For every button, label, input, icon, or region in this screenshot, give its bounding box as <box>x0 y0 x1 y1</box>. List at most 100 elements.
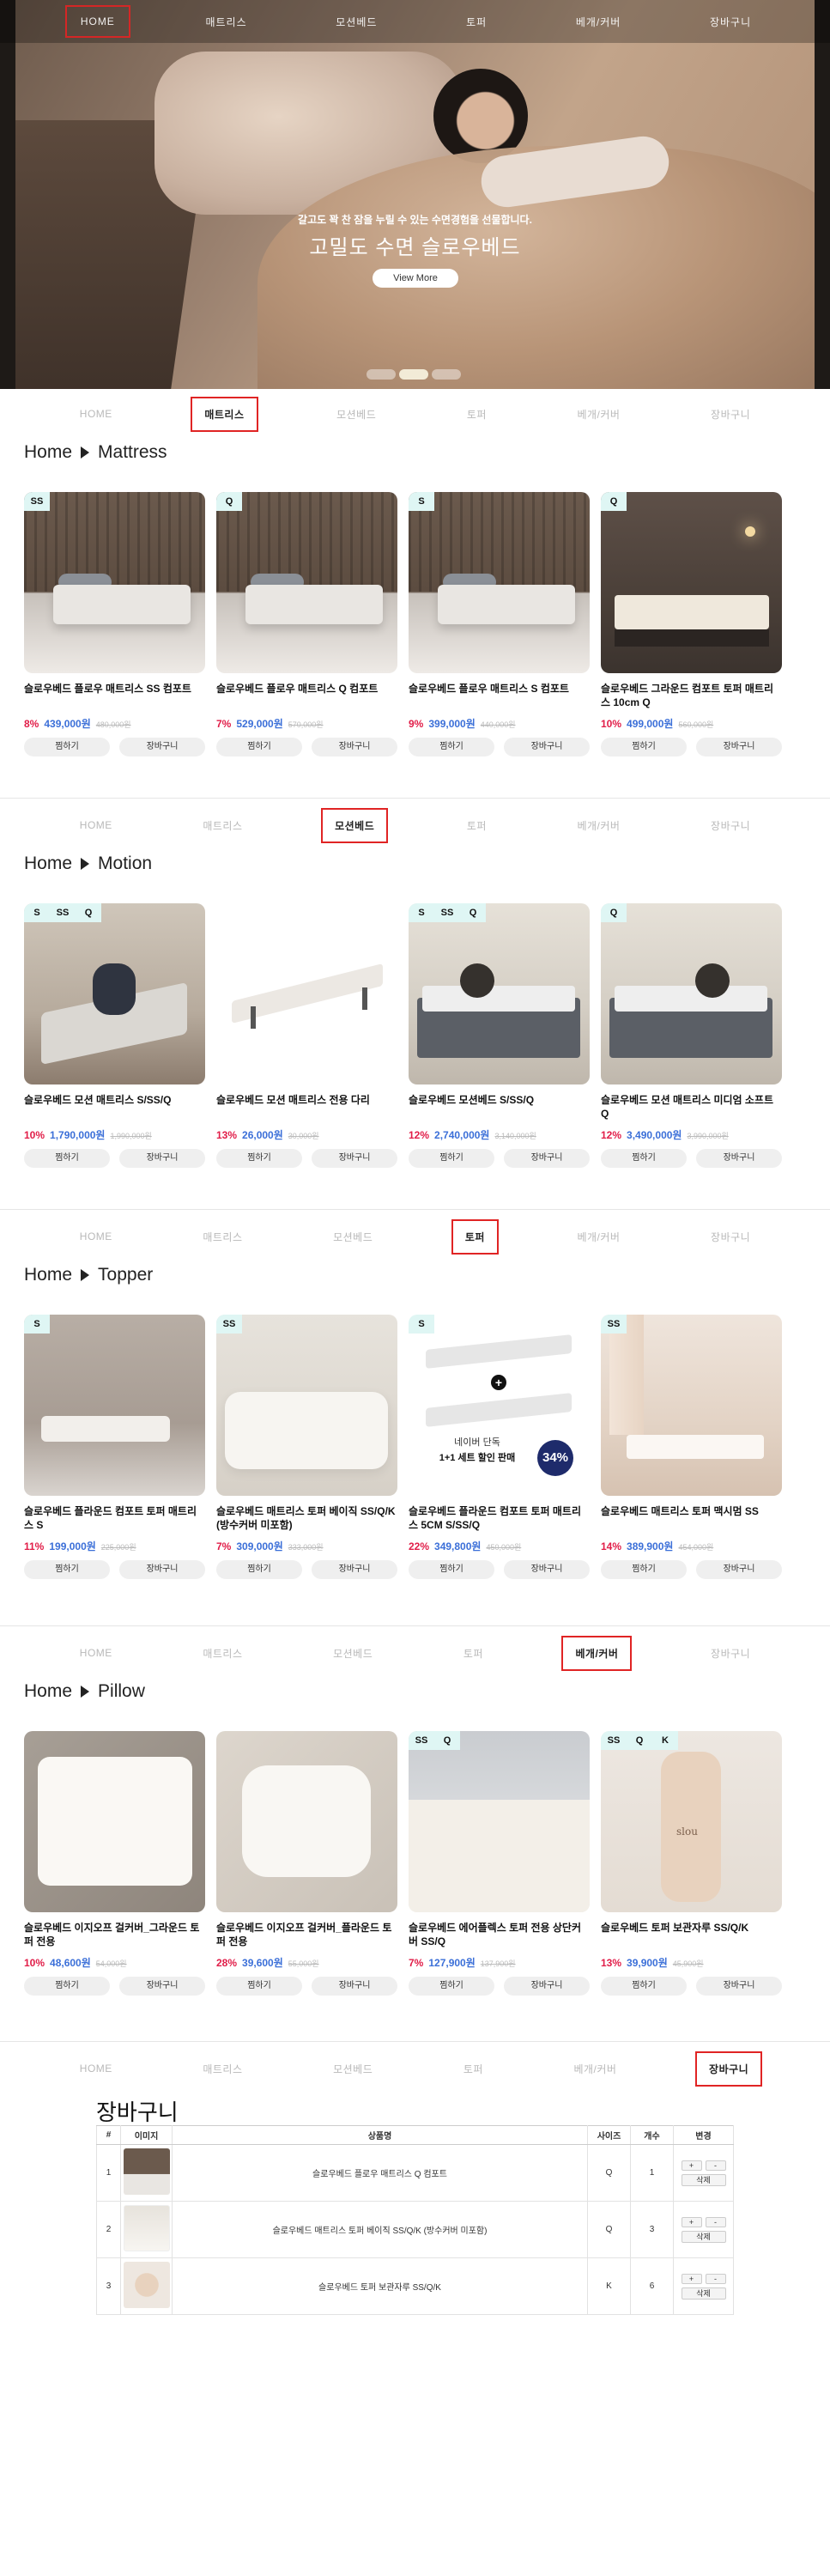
add-to-cart-button[interactable]: 장바구니 <box>504 1149 590 1168</box>
nav-home[interactable]: HOME <box>64 5 130 38</box>
product-image[interactable] <box>24 1731 205 1912</box>
add-to-cart-button[interactable]: 장바구니 <box>504 738 590 756</box>
product-image[interactable]: Q <box>601 492 782 673</box>
add-to-cart-button[interactable]: 장바구니 <box>696 1149 782 1168</box>
nav-cart[interactable]: 장바구니 <box>696 6 765 38</box>
product-name[interactable]: 슬로우베드 토퍼 보관자루 SS/Q/K <box>601 1921 782 1950</box>
nav-mattress[interactable]: 매트리스 <box>191 6 260 38</box>
delete-button[interactable]: 삭제 <box>681 2287 726 2300</box>
add-to-cart-button[interactable]: 장바구니 <box>312 1560 397 1579</box>
product-card[interactable]: Q 슬로우베드 모션 매트리스 미디엄 소프트 Q 12% 3,490,000원 3… <box>601 903 782 1168</box>
product-image[interactable]: S <box>409 492 590 673</box>
wish-button[interactable]: 찜하기 <box>409 1977 494 1996</box>
carousel-dot[interactable] <box>367 369 396 380</box>
product-image[interactable]: S SS Q <box>409 903 590 1084</box>
delete-button[interactable]: 삭제 <box>681 2230 726 2243</box>
wish-button[interactable]: 찜하기 <box>601 1560 687 1579</box>
subnav-home[interactable]: HOME <box>68 811 124 840</box>
product-name[interactable]: 슬로우베드 플로우 매트리스 Q 컴포트 <box>216 682 397 711</box>
product-name[interactable]: 슬로우베드 이지오프 걸커버_그라운드 토퍼 전용 <box>24 1921 205 1950</box>
subnav-mattress[interactable]: 매트리스 <box>191 2053 254 2085</box>
add-to-cart-button[interactable]: 장바구니 <box>312 1149 397 1168</box>
product-card[interactable]: S 슬로우베드 플라운드 컴포트 토퍼 매트리스 S 11% 199,000원 22… <box>24 1315 205 1579</box>
subnav-home[interactable]: HOME <box>68 1638 124 1668</box>
carousel-dot[interactable] <box>432 369 461 380</box>
subnav-pillow[interactable]: 베개/커버 <box>561 2053 628 2085</box>
product-name[interactable]: 슬로우베드 매트리스 토퍼 베이직 SS/Q/K (방수커버 미포함) <box>216 1504 397 1534</box>
subnav-pillow[interactable]: 베개/커버 <box>565 1221 632 1253</box>
product-card[interactable]: 슬로우베드 이지오프 걸커버_플라운드 토퍼 전용 28% 39,600원 55,0… <box>216 1731 397 1996</box>
wish-button[interactable]: 찜하기 <box>24 1149 110 1168</box>
subnav-topper[interactable]: 토퍼 <box>455 398 499 430</box>
qty-decrease-button[interactable]: - <box>705 2216 726 2227</box>
subnav-mattress[interactable]: 매트리스 <box>191 1637 254 1669</box>
product-name[interactable]: 슬로우베드 모션 매트리스 전용 다리 <box>216 1093 397 1122</box>
subnav-motion[interactable]: 모션베드 <box>321 807 389 843</box>
subnav-cart[interactable]: 장바구니 <box>699 398 762 430</box>
product-name[interactable]: 슬로우베드 플로우 매트리스 S 컴포트 <box>409 682 590 711</box>
nav-motion[interactable]: 모션베드 <box>322 6 391 38</box>
product-name[interactable]: 슬로우베드 모션 매트리스 미디엄 소프트 Q <box>601 1093 782 1122</box>
qty-decrease-button[interactable]: - <box>705 2273 726 2284</box>
cart-row-name[interactable]: 슬로우베드 토퍼 보관자루 SS/Q/K <box>172 2257 588 2315</box>
add-to-cart-button[interactable]: 장바구니 <box>119 1560 205 1579</box>
product-card[interactable]: S SS Q 슬로우베드 모션베드 S/SS/Q 12% 2,740,000원 3,… <box>409 903 590 1168</box>
qty-increase-button[interactable]: + <box>681 2216 702 2227</box>
product-image[interactable]: SS <box>24 492 205 673</box>
product-card[interactable]: Q 슬로우베드 그라운드 컴포트 토퍼 매트리스 10cm Q 10% 499,0… <box>601 492 782 756</box>
product-image[interactable]: SS Q <box>409 1731 590 1912</box>
subnav-pillow[interactable]: 베개/커버 <box>565 398 632 430</box>
wish-button[interactable]: 찜하기 <box>216 1149 302 1168</box>
cart-thumbnail[interactable] <box>123 2205 170 2251</box>
product-card[interactable]: SS 슬로우베드 매트리스 토퍼 맥시멈 SS 14% 389,900원 454,0… <box>601 1315 782 1579</box>
product-card[interactable]: + 네이버 단독 1+1 세트 할인 판매 34% S 슬로우베드 플라운드 컴… <box>409 1315 590 1579</box>
product-name[interactable]: 슬로우베드 플라운드 컴포트 토퍼 매트리스 5CM S/SS/Q <box>409 1504 590 1534</box>
product-image[interactable]: + 네이버 단독 1+1 세트 할인 판매 34% S <box>409 1315 590 1496</box>
product-name[interactable]: 슬로우베드 에어플렉스 토퍼 전용 상단커버 SS/Q <box>409 1921 590 1950</box>
subnav-home[interactable]: HOME <box>68 399 124 428</box>
product-name[interactable]: 슬로우베드 이지오프 걸커버_플라운드 토퍼 전용 <box>216 1921 397 1950</box>
product-image[interactable]: S SS Q <box>24 903 205 1084</box>
add-to-cart-button[interactable]: 장바구니 <box>119 1149 205 1168</box>
product-card[interactable]: SS Q 슬로우베드 에어플렉스 토퍼 전용 상단커버 SS/Q 7% 127,9… <box>409 1731 590 1996</box>
qty-decrease-button[interactable]: - <box>705 2160 726 2171</box>
qty-increase-button[interactable]: + <box>681 2273 702 2284</box>
subnav-cart[interactable]: 장바구니 <box>695 2050 763 2087</box>
view-more-button[interactable]: View More <box>373 269 458 288</box>
subnav-mattress[interactable]: 매트리스 <box>191 810 254 841</box>
product-card[interactable]: 슬로우베드 이지오프 걸커버_그라운드 토퍼 전용 10% 48,600원 54,0… <box>24 1731 205 1996</box>
add-to-cart-button[interactable]: 장바구니 <box>312 1977 397 1996</box>
subnav-topper[interactable]: 토퍼 <box>451 1637 495 1669</box>
subnav-motion[interactable]: 모션베드 <box>321 1637 385 1669</box>
subnav-topper[interactable]: 토퍼 <box>451 2053 495 2085</box>
subnav-motion[interactable]: 모션베드 <box>321 2053 385 2085</box>
product-card[interactable]: 슬로우베드 모션 매트리스 전용 다리 13% 26,000원 30,000원 찜하… <box>216 903 397 1168</box>
wish-button[interactable]: 찜하기 <box>409 1149 494 1168</box>
cart-thumbnail[interactable] <box>123 2262 170 2308</box>
product-name[interactable]: 슬로우베드 매트리스 토퍼 맥시멈 SS <box>601 1504 782 1534</box>
product-image[interactable]: SS <box>601 1315 782 1496</box>
subnav-home[interactable]: HOME <box>68 1222 124 1251</box>
add-to-cart-button[interactable]: 장바구니 <box>504 1560 590 1579</box>
wish-button[interactable]: 찜하기 <box>409 738 494 756</box>
product-card[interactable]: SS 슬로우베드 매트리스 토퍼 베이직 SS/Q/K (방수커버 미포함) 7… <box>216 1315 397 1579</box>
product-card[interactable]: Q 슬로우베드 플로우 매트리스 Q 컴포트 7% 529,000원 570,000… <box>216 492 397 756</box>
product-name[interactable]: 슬로우베드 모션베드 S/SS/Q <box>409 1093 590 1122</box>
cart-thumbnail[interactable] <box>123 2148 170 2195</box>
wish-button[interactable]: 찜하기 <box>24 1560 110 1579</box>
wish-button[interactable]: 찜하기 <box>216 1977 302 1996</box>
wish-button[interactable]: 찜하기 <box>216 738 302 756</box>
wish-button[interactable]: 찜하기 <box>24 1977 110 1996</box>
add-to-cart-button[interactable]: 장바구니 <box>696 1977 782 1996</box>
subnav-pillow[interactable]: 베개/커버 <box>565 810 632 841</box>
subnav-cart[interactable]: 장바구니 <box>699 810 762 841</box>
breadcrumb-home[interactable]: Home <box>24 1681 72 1702</box>
product-image[interactable] <box>216 1731 397 1912</box>
add-to-cart-button[interactable]: 장바구니 <box>119 738 205 756</box>
carousel-dot-active[interactable] <box>399 369 428 380</box>
cart-row-name[interactable]: 슬로우베드 플로우 매트리스 Q 컴포트 <box>172 2144 588 2202</box>
product-name[interactable]: 슬로우베드 플라운드 컴포트 토퍼 매트리스 S <box>24 1504 205 1534</box>
subnav-motion[interactable]: 모션베드 <box>321 1221 385 1253</box>
add-to-cart-button[interactable]: 장바구니 <box>119 1977 205 1996</box>
product-image[interactable]: SS <box>216 1315 397 1496</box>
